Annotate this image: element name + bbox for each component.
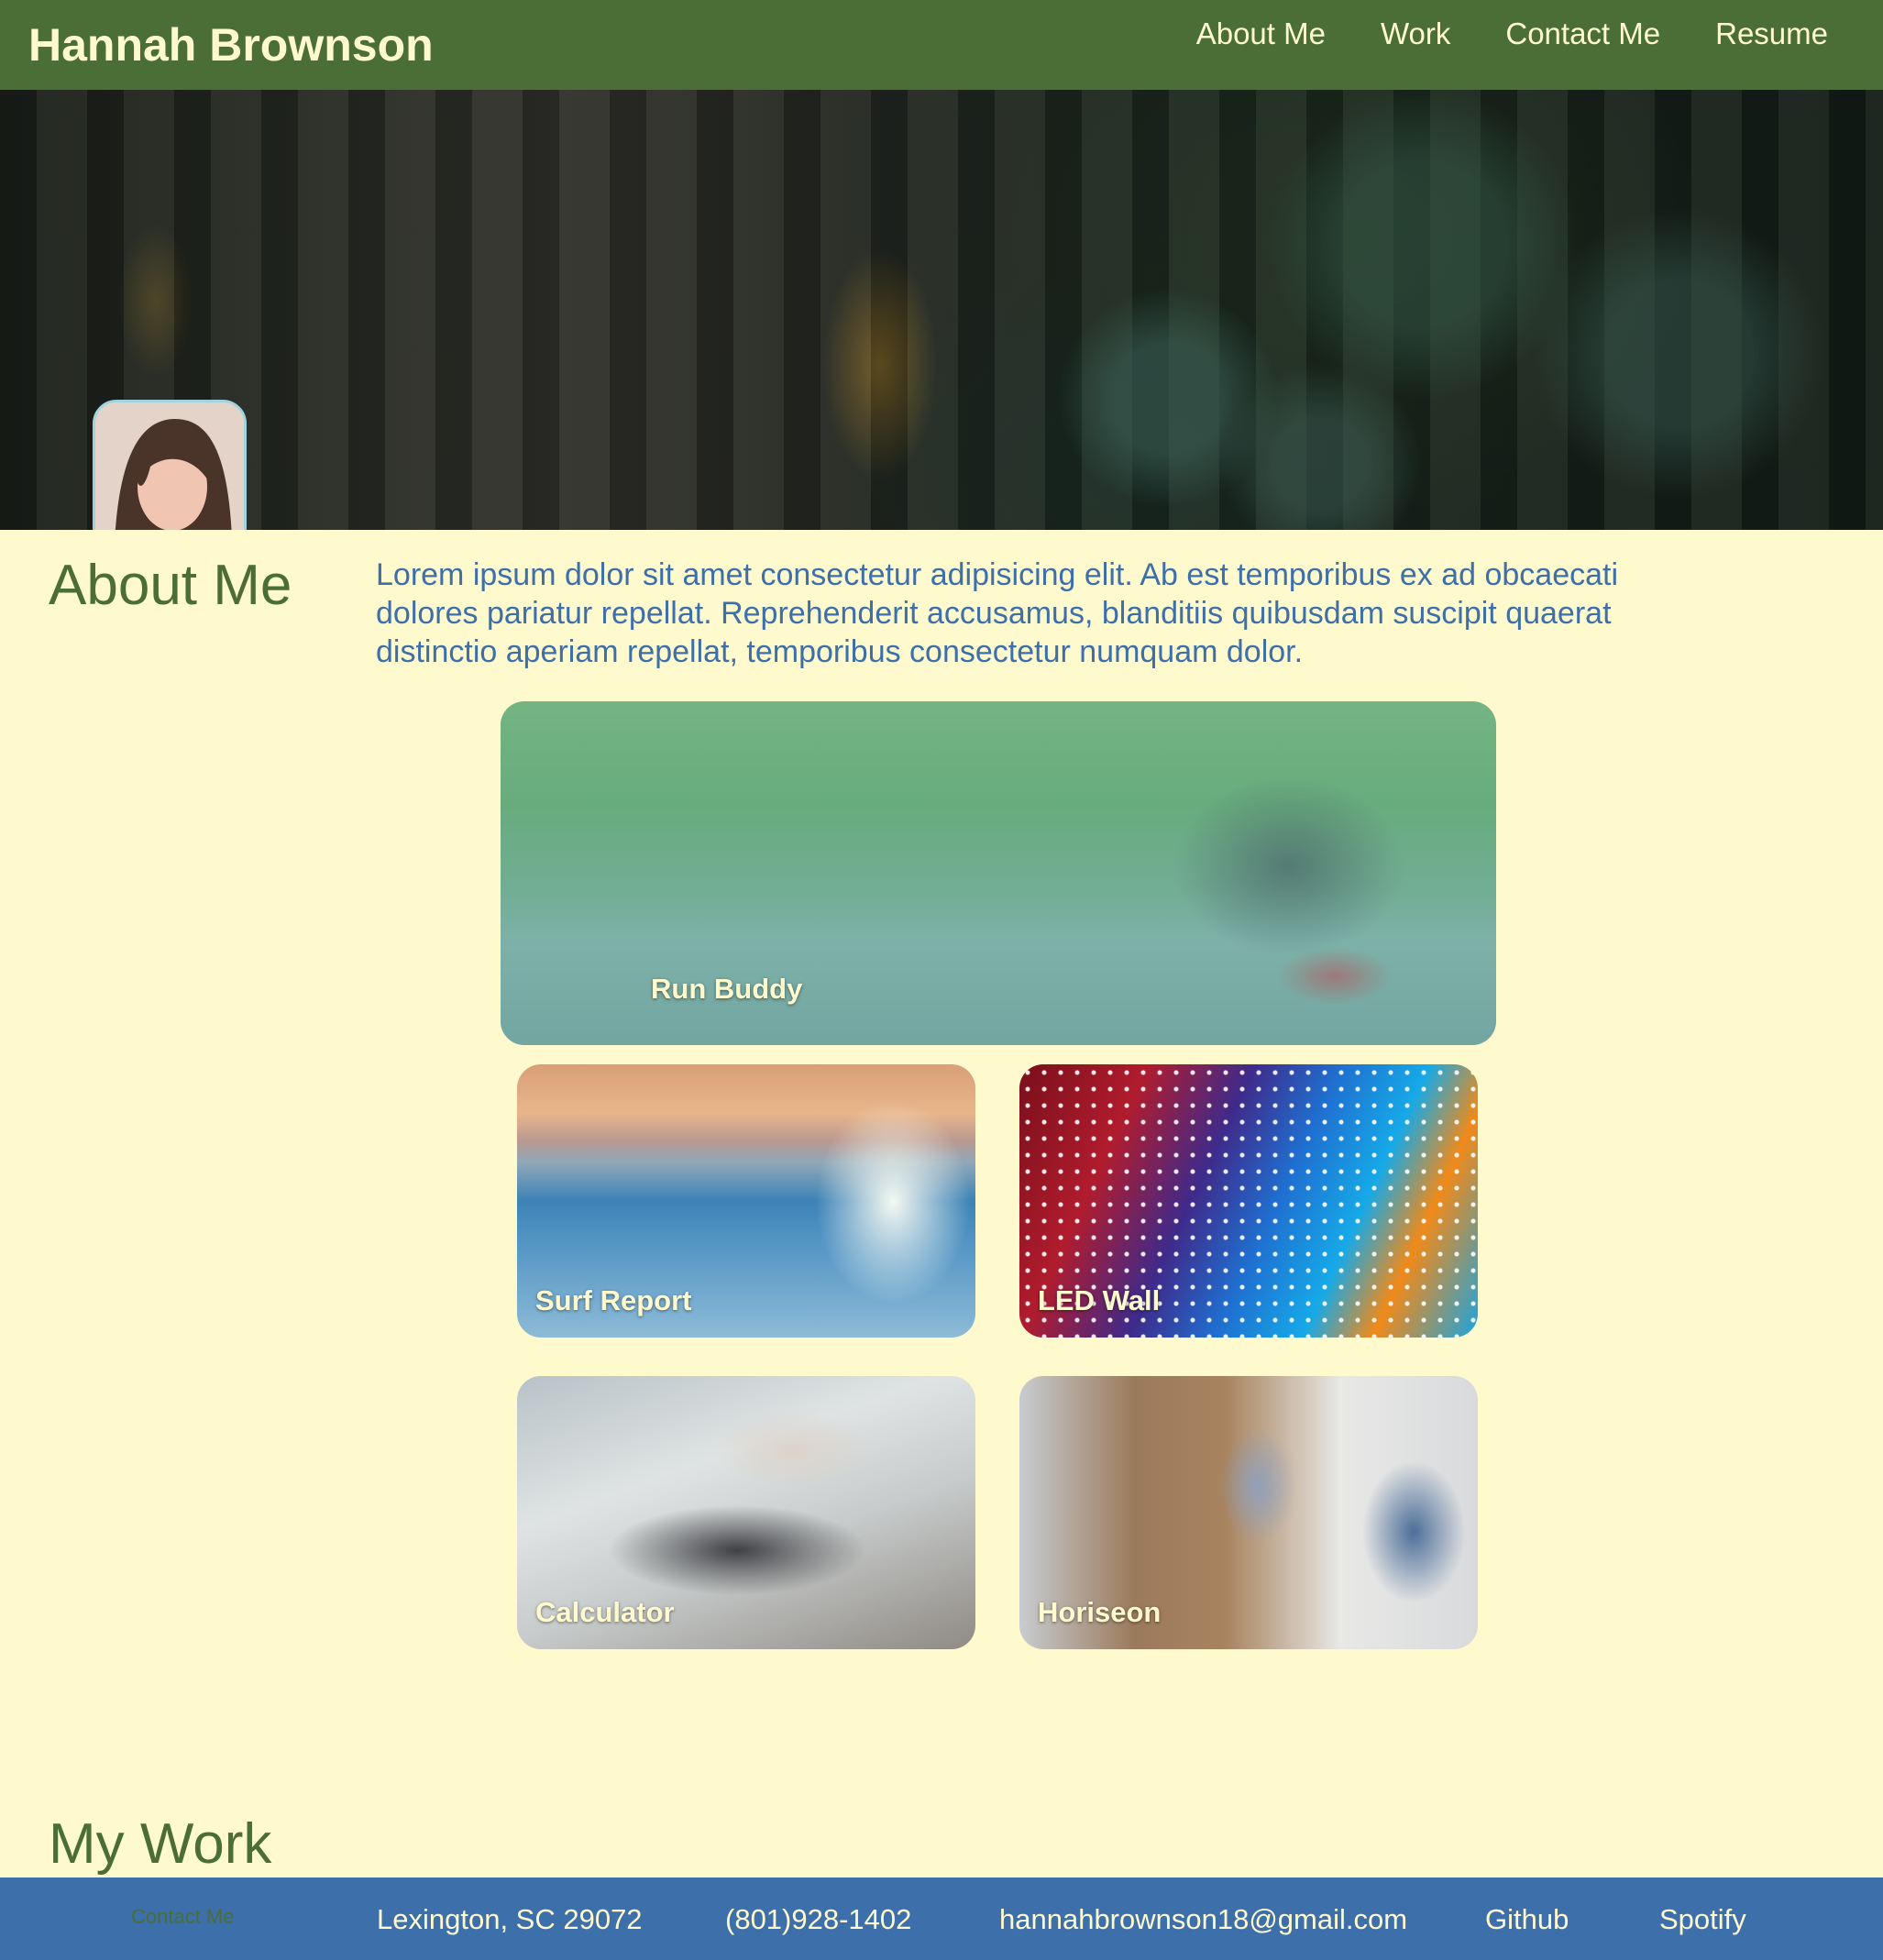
footer-contact-title: Contact Me bbox=[131, 1905, 235, 1928]
site-footer: Contact Me Lexington, SC 29072 (801)928-… bbox=[0, 1877, 1883, 1960]
profile-avatar bbox=[93, 400, 247, 530]
footer-spotify-link[interactable]: Spotify bbox=[1659, 1903, 1746, 1936]
nav-contact-me[interactable]: Contact Me bbox=[1505, 17, 1660, 51]
my-work-heading: My Work bbox=[49, 1812, 272, 1876]
site-brand: Hannah Brownson bbox=[28, 19, 434, 71]
project-card-led-wall[interactable]: LED Wall bbox=[1019, 1064, 1478, 1338]
nav-resume[interactable]: Resume bbox=[1715, 17, 1828, 51]
hero-pine-branches bbox=[862, 90, 1883, 530]
footer-phone: (801)928-1402 bbox=[725, 1903, 912, 1935]
nav-about-me[interactable]: About Me bbox=[1196, 17, 1326, 51]
project-card-surf-report[interactable]: Surf Report bbox=[517, 1064, 975, 1338]
project-label: Calculator bbox=[535, 1596, 675, 1628]
project-label: Horiseon bbox=[1038, 1596, 1162, 1628]
profile-photo-icon bbox=[95, 402, 244, 530]
project-card-calculator[interactable]: Calculator bbox=[517, 1376, 975, 1649]
project-label: Surf Report bbox=[535, 1284, 692, 1316]
main-nav: About Me Work Contact Me Resume bbox=[1196, 17, 1828, 51]
footer-location: Lexington, SC 29072 bbox=[377, 1903, 643, 1935]
about-heading: About Me bbox=[49, 554, 292, 617]
footer-github-link[interactable]: Github bbox=[1485, 1903, 1569, 1936]
nav-work[interactable]: Work bbox=[1381, 17, 1450, 51]
footer-email: hannahbrownson18@gmail.com bbox=[999, 1903, 1408, 1935]
about-paragraph: Lorem ipsum dolor sit amet consectetur a… bbox=[376, 557, 1619, 669]
project-card-horiseon[interactable]: Horiseon bbox=[1019, 1376, 1478, 1649]
project-card-run-buddy[interactable]: Run Buddy bbox=[501, 701, 1496, 1045]
site-header: Hannah Brownson About Me Work Contact Me… bbox=[0, 0, 1883, 90]
project-label: LED Wall bbox=[1038, 1284, 1161, 1316]
hero-banner bbox=[0, 90, 1883, 530]
project-label: Run Buddy bbox=[651, 973, 803, 1005]
